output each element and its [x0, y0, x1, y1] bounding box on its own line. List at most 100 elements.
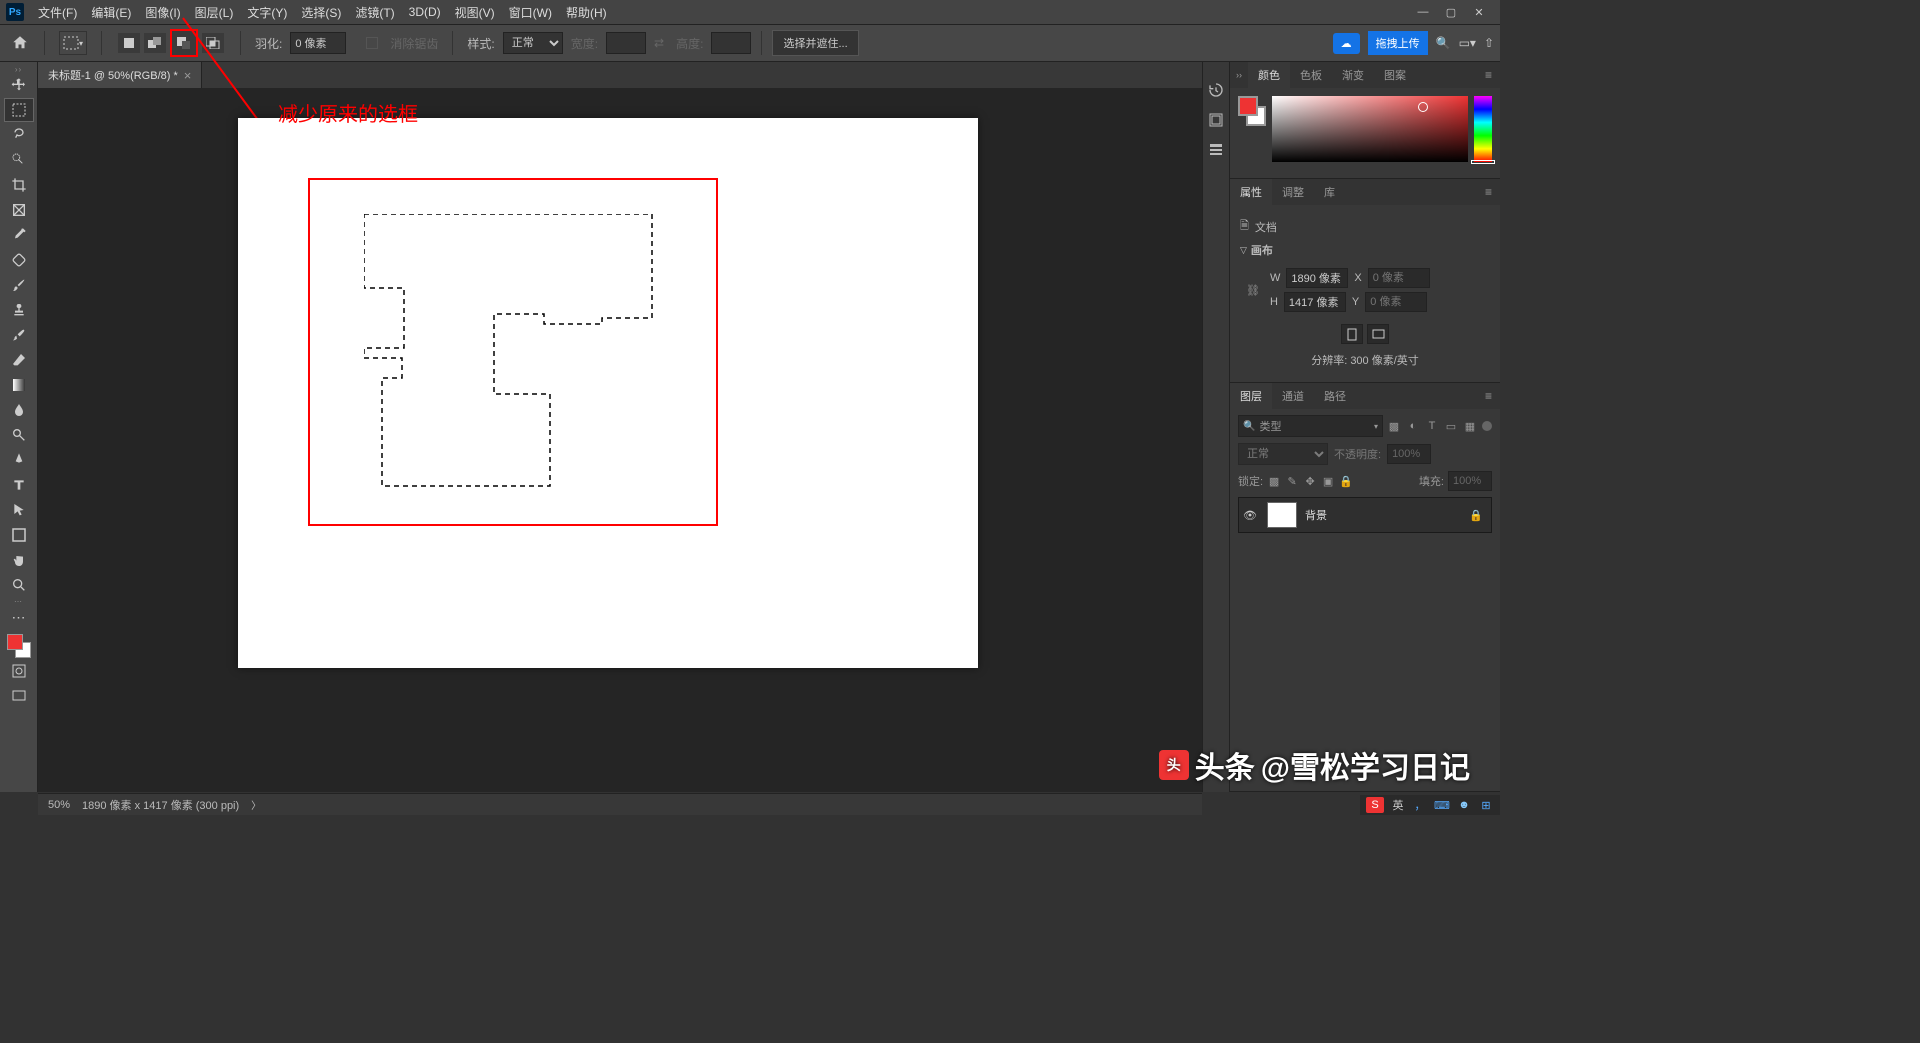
- tab-layers[interactable]: 图层: [1230, 383, 1272, 409]
- tab-adjustments[interactable]: 调整: [1272, 179, 1314, 205]
- tab-paths[interactable]: 路径: [1314, 383, 1356, 409]
- pen-tool[interactable]: [4, 448, 34, 472]
- panel-icon-2[interactable]: [1206, 110, 1226, 130]
- orientation-landscape-button[interactable]: [1367, 324, 1389, 344]
- hue-thumb-icon[interactable]: [1471, 160, 1495, 164]
- blend-mode-select[interactable]: 正常: [1238, 443, 1328, 465]
- menu-3d[interactable]: 3D(D): [403, 3, 447, 21]
- ime-keyboard-icon[interactable]: ⌨: [1434, 797, 1450, 813]
- opacity-field: [1387, 444, 1431, 464]
- document-icon: 🗎: [1240, 217, 1249, 236]
- watermark: 头 头条 @雪松学习日记: [1159, 743, 1470, 787]
- x-field: [1368, 268, 1430, 288]
- tab-libraries[interactable]: 库: [1314, 179, 1345, 205]
- zoom-tool[interactable]: [4, 573, 34, 597]
- filter-adjust-icon[interactable]: ◐: [1406, 419, 1420, 433]
- type-tool[interactable]: [4, 473, 34, 497]
- edit-toolbar-button[interactable]: ⋯: [4, 605, 34, 629]
- share-icon[interactable]: ⇧: [1484, 36, 1494, 50]
- toolbar-more-icon[interactable]: ⋯: [14, 598, 23, 604]
- watermark-prefix: 头条: [1195, 743, 1255, 787]
- annotation-text: 减少原来的选框: [278, 98, 418, 127]
- select-and-mask-button[interactable]: 选择并遮住...: [772, 30, 858, 56]
- tab-gradients[interactable]: 渐变: [1332, 62, 1374, 88]
- history-panel-icon[interactable]: [1206, 80, 1226, 100]
- drag-upload-button[interactable]: 拖拽上传: [1368, 31, 1428, 55]
- resolution-text: 分辨率: 300 像素/英寸: [1240, 352, 1490, 368]
- filter-shape-icon[interactable]: ▭: [1444, 419, 1458, 433]
- layer-lock-icon[interactable]: 🔒: [1469, 509, 1487, 522]
- ime-toolbox-icon[interactable]: ⊞: [1478, 797, 1494, 813]
- history-brush-tool[interactable]: [4, 323, 34, 347]
- shape-tool[interactable]: [4, 523, 34, 547]
- filter-type-icon[interactable]: T: [1425, 419, 1439, 433]
- link-wh-icon[interactable]: ⛓: [1246, 284, 1260, 297]
- visibility-icon[interactable]: 👁: [1243, 509, 1259, 522]
- maximize-button[interactable]: ▢: [1444, 5, 1458, 19]
- layer-name[interactable]: 背景: [1305, 507, 1461, 523]
- lock-artboard-icon[interactable]: ▣: [1321, 474, 1335, 488]
- lock-position-icon[interactable]: ✥: [1303, 474, 1317, 488]
- zoom-level[interactable]: 50%: [48, 799, 70, 811]
- menu-window[interactable]: 窗口(W): [503, 2, 558, 23]
- blur-tool[interactable]: [4, 398, 34, 422]
- panel-collapse-icon[interactable]: ››: [1230, 70, 1248, 80]
- gradient-tool[interactable]: [4, 373, 34, 397]
- close-button[interactable]: ✕: [1472, 5, 1486, 19]
- layer-thumbnail[interactable]: [1267, 502, 1297, 528]
- panel-menu-icon[interactable]: ≡: [1477, 68, 1500, 82]
- minimize-button[interactable]: —: [1416, 5, 1430, 19]
- lock-pixels-icon[interactable]: ▩: [1267, 474, 1281, 488]
- height-field[interactable]: [1284, 292, 1346, 312]
- workspace-icon[interactable]: ▭▾: [1459, 36, 1476, 50]
- path-select-tool[interactable]: [4, 498, 34, 522]
- canvas[interactable]: 减少原来的选框: [238, 118, 978, 668]
- stamp-tool[interactable]: [4, 298, 34, 322]
- panel-menu-icon[interactable]: ≡: [1477, 389, 1500, 403]
- quickmask-tool[interactable]: [4, 659, 34, 683]
- tab-patterns[interactable]: 图案: [1374, 62, 1416, 88]
- panel-menu-icon[interactable]: ≡: [1477, 185, 1500, 199]
- lock-paint-icon[interactable]: ✎: [1285, 474, 1299, 488]
- layer-filter-select[interactable]: 🔍类型▾: [1238, 415, 1383, 437]
- tab-channels[interactable]: 通道: [1272, 383, 1314, 409]
- screenmode-tool[interactable]: [4, 684, 34, 708]
- ime-emoji-icon[interactable]: ☻: [1456, 797, 1472, 813]
- ime-sogou-icon[interactable]: S: [1366, 797, 1384, 813]
- tab-swatches[interactable]: 色板: [1290, 62, 1332, 88]
- color-swatches[interactable]: [7, 634, 31, 658]
- swap-wh-icon: ⇄: [654, 36, 664, 50]
- color-field[interactable]: [1272, 96, 1468, 162]
- eraser-tool[interactable]: [4, 348, 34, 372]
- layer-item-background[interactable]: 👁 背景 🔒: [1238, 497, 1492, 533]
- tab-color[interactable]: 颜色: [1248, 62, 1290, 88]
- chevron-down-icon[interactable]: ▽: [1240, 245, 1247, 256]
- props-doc-label: 文档: [1255, 219, 1277, 235]
- panel-fg-swatch[interactable]: [1238, 96, 1258, 116]
- search-icon[interactable]: 🔍: [1436, 36, 1451, 50]
- tab-properties[interactable]: 属性: [1230, 179, 1272, 205]
- panel-icon-3[interactable]: [1206, 140, 1226, 160]
- ime-lang[interactable]: 英: [1390, 797, 1406, 813]
- menu-help[interactable]: 帮助(H): [560, 2, 613, 23]
- width-field[interactable]: [1286, 268, 1348, 288]
- dodge-tool[interactable]: [4, 423, 34, 447]
- style-select[interactable]: 正常: [503, 32, 563, 54]
- menu-view[interactable]: 视图(V): [449, 2, 501, 23]
- antialias-label: 消除锯齿: [390, 35, 438, 52]
- document-info[interactable]: 1890 像素 x 1417 像素 (300 ppi): [82, 797, 239, 813]
- hue-slider[interactable]: [1474, 96, 1492, 162]
- orientation-portrait-button[interactable]: [1341, 324, 1363, 344]
- hand-tool[interactable]: [4, 548, 34, 572]
- h-label: H: [1270, 296, 1278, 308]
- cloud-button[interactable]: ☁: [1333, 33, 1360, 54]
- fill-field: [1448, 471, 1492, 491]
- lock-all-icon[interactable]: 🔒: [1339, 474, 1353, 488]
- height-label: 高度:: [676, 35, 703, 52]
- filter-toggle[interactable]: [1482, 421, 1492, 431]
- filter-smart-icon[interactable]: ▦: [1463, 419, 1477, 433]
- filter-pixel-icon[interactable]: ▩: [1387, 419, 1401, 433]
- foreground-swatch[interactable]: [7, 634, 23, 650]
- info-chevron-icon[interactable]: 〉: [251, 797, 261, 812]
- ime-punct-icon[interactable]: ，: [1412, 797, 1428, 813]
